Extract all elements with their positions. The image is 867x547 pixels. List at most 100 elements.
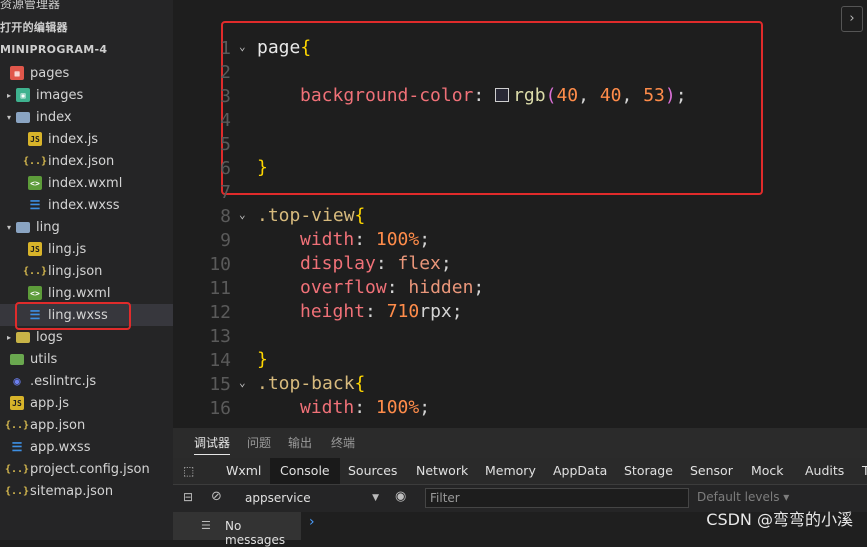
json-file-icon: {..} [4, 419, 30, 431]
tab-mock[interactable]: Mock [751, 458, 784, 484]
chevron-down-icon[interactable]: ▾ [4, 223, 14, 232]
tree-item[interactable]: {..} project.config.json [0, 458, 173, 480]
inspect-element-icon[interactable]: ⬚ [183, 464, 194, 478]
tree-item-label: app.wxss [30, 439, 91, 455]
css-unit: rpx [419, 301, 452, 322]
tree-item[interactable]: ☰ app.wxss [0, 436, 173, 458]
tab-debugger[interactable]: 调试器 [194, 434, 231, 455]
tab-sensor[interactable]: Sensor [690, 458, 733, 484]
open-editors-header[interactable]: 打开的编辑器 [0, 18, 68, 38]
tree-item[interactable]: JS ling.js [0, 238, 173, 260]
clear-console-icon[interactable]: ⊘ [211, 489, 222, 504]
sidebar-toggle-icon[interactable]: ⊟ [183, 490, 193, 504]
line-number: 16 [209, 398, 231, 419]
tree-item[interactable]: JS app.js [0, 392, 173, 414]
tree-item-label: ling.js [48, 241, 87, 257]
folder-icon [16, 331, 30, 343]
tree-item[interactable]: ☰ index.wxss [0, 194, 173, 216]
tab-sources[interactable]: Sources [348, 458, 397, 484]
tree-item[interactable]: ◉ .eslintrc.js [0, 370, 173, 392]
wxml-file-icon: <> [28, 286, 42, 300]
tree-item[interactable]: {..} ling.json [0, 260, 173, 282]
tree-item[interactable]: JS index.js [0, 128, 173, 150]
tab-console[interactable]: Console [270, 458, 340, 484]
css-property: width [300, 397, 355, 418]
tree-item[interactable]: {..} index.json [0, 150, 173, 172]
tree-item-label: app.json [30, 417, 86, 433]
tab-appdata[interactable]: AppData [553, 458, 607, 484]
chevron-right-icon[interactable]: › [841, 6, 863, 32]
tree-item-label: ling.json [48, 263, 103, 279]
tab-wxml[interactable]: Wxml [226, 458, 261, 484]
color-swatch[interactable] [495, 88, 510, 102]
tab-problems[interactable]: 问题 [247, 434, 271, 451]
filter-input[interactable]: Filter [425, 488, 689, 508]
code-line: } [257, 157, 268, 178]
tab-output[interactable]: 输出 [288, 434, 312, 451]
panel-tab-bar: 调试器 问题 输出 终端 [173, 428, 867, 458]
css-number: 40 [599, 85, 622, 106]
chevron-right-icon[interactable]: ▸ [4, 333, 14, 342]
line-number: 5 [220, 134, 231, 155]
chevron-right-icon[interactable]: ▸ [4, 91, 14, 100]
wxss-file-icon: ☰ [11, 440, 23, 454]
line-number: 4 [220, 110, 231, 131]
css-value: hidden [408, 277, 474, 298]
tree-item-label: .eslintrc.js [30, 373, 97, 389]
folder-icon [16, 111, 30, 123]
css-number: 53 [643, 85, 665, 106]
tree-item[interactable]: <> index.wxml [0, 172, 173, 194]
chevron-down-icon[interactable]: ▾ [4, 113, 14, 122]
tree-item[interactable]: ▦ pages [0, 62, 173, 84]
css-selector: .top-back [257, 373, 355, 394]
tree-item-label: index.js [48, 131, 99, 147]
tree-item[interactable]: ▾ index [0, 106, 173, 128]
tab-overflow[interactable]: T [862, 458, 867, 484]
js-file-icon: JS [10, 396, 24, 410]
tree-item[interactable]: utils [0, 348, 173, 370]
code-editor[interactable]: › 1 2 3 4 5 6 7 8 9 10 11 12 13 14 15 16 ⌄ ⌄ ⌄ page{ ba… [173, 0, 867, 428]
tree-item[interactable]: ▾ ling [0, 216, 173, 238]
code-line: overflow: hidden; [300, 277, 485, 298]
tree-item[interactable]: <> ling.wxml [0, 282, 173, 304]
fold-chevron-icon[interactable]: ⌄ [239, 40, 246, 53]
tree-item-label: index.json [48, 153, 115, 169]
line-number: 12 [209, 302, 231, 323]
tree-item-label: ling [36, 219, 60, 235]
css-value: flex [397, 253, 441, 274]
no-messages-row[interactable]: ☰ No messages [173, 512, 301, 547]
tab-network[interactable]: Network [416, 458, 468, 484]
tree-item-label: images [36, 87, 84, 103]
tree-item[interactable]: {..} sitemap.json [0, 480, 173, 502]
console-prompt-icon[interactable]: › [309, 514, 315, 530]
line-number: 14 [209, 350, 231, 371]
fold-chevron-icon[interactable]: ⌄ [239, 208, 246, 221]
dropdown-arrow-icon: ▼ [372, 493, 379, 503]
tab-memory[interactable]: Memory [485, 458, 536, 484]
code-line: } [257, 349, 268, 370]
tab-audits[interactable]: Audits [805, 458, 844, 484]
css-selector: page [257, 37, 301, 58]
line-number: 1 [220, 38, 231, 59]
json-file-icon: {..} [22, 155, 48, 167]
line-number: 10 [209, 254, 231, 275]
tab-storage[interactable]: Storage [624, 458, 673, 484]
context-select[interactable]: appservice ▼ [245, 489, 379, 507]
line-number: 15 [209, 374, 231, 395]
line-number: 8 [220, 206, 231, 227]
line-number: 2 [220, 62, 231, 83]
tree-item[interactable]: ▸ ▣ images [0, 84, 173, 106]
fold-chevron-icon[interactable]: ⌄ [239, 376, 246, 389]
code-line: display: flex; [300, 253, 452, 274]
code-line: width: 100%; [300, 397, 431, 418]
tab-terminal[interactable]: 终端 [331, 434, 355, 451]
project-header[interactable]: MINIPROGRAM-4 [0, 40, 107, 60]
eye-icon[interactable]: ◉ [395, 489, 406, 504]
css-value: 100% [375, 229, 420, 250]
explorer-title: 资源管理器 [0, 0, 61, 11]
tree-item[interactable]: {..} app.json [0, 414, 173, 436]
code-line: width: 100%; [300, 229, 431, 250]
css-value: 100% [375, 397, 420, 418]
css-function: rgb [513, 85, 546, 106]
log-levels-select[interactable]: Default levels ▾ [697, 490, 789, 504]
